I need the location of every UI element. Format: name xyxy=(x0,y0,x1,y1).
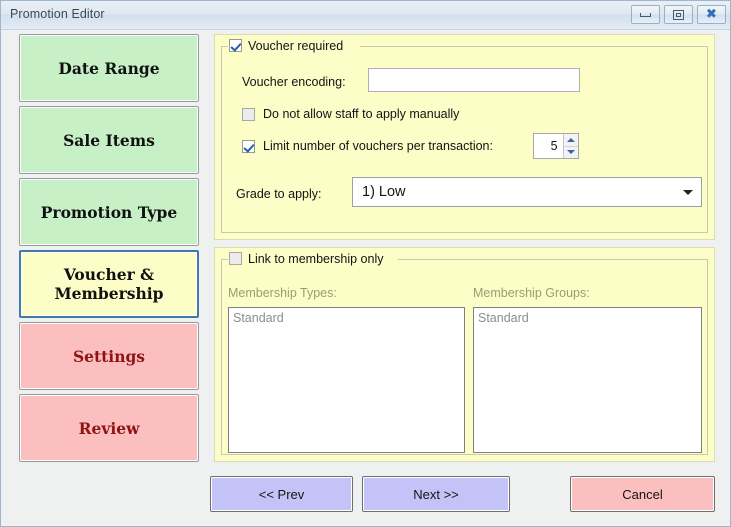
sidebar-item-label: Date Range xyxy=(58,58,160,78)
minimize-icon xyxy=(640,12,651,17)
sidebar-item-date-range[interactable]: Date Range xyxy=(19,34,199,102)
membership-groups-listbox[interactable]: Standard xyxy=(473,307,702,453)
voucher-panel: Voucher required Voucher encoding: Do no… xyxy=(214,34,715,240)
wizard-step-sidebar: Date Range Sale Items Promotion Type Vou… xyxy=(19,34,199,466)
sidebar-item-voucher-membership[interactable]: Voucher & Membership xyxy=(19,250,199,318)
next-button[interactable]: Next >> xyxy=(362,476,510,512)
sidebar-item-label: Voucher & Membership xyxy=(54,265,164,303)
sidebar-item-label: Settings xyxy=(72,346,146,366)
list-item[interactable]: Standard xyxy=(229,310,464,326)
sidebar-item-promotion-type[interactable]: Promotion Type xyxy=(19,178,199,246)
maximize-icon xyxy=(673,9,684,20)
prev-button[interactable]: << Prev xyxy=(210,476,353,512)
limit-vouchers-stepper[interactable]: 5 xyxy=(533,133,579,159)
voucher-encoding-label: Voucher encoding: xyxy=(242,75,346,89)
next-button-label: Next >> xyxy=(413,486,459,502)
no-manual-apply-row[interactable]: Do not allow staff to apply manually xyxy=(242,107,459,121)
sidebar-item-label: Review xyxy=(78,418,140,438)
limit-vouchers-value: 5 xyxy=(550,139,558,153)
maximize-button[interactable] xyxy=(664,5,693,24)
voucher-encoding-label-row: Voucher encoding: xyxy=(242,75,346,89)
window-controls: ✖ xyxy=(631,5,726,24)
membership-panel: Link to membership only Membership Types… xyxy=(214,247,715,462)
close-icon: ✖ xyxy=(706,7,717,22)
sidebar-item-settings[interactable]: Settings xyxy=(19,322,199,390)
title-bar: Promotion Editor ✖ xyxy=(1,1,730,30)
link-membership-legend[interactable]: Link to membership only xyxy=(228,250,387,267)
promotion-editor-window: Promotion Editor ✖ Date Range Sale Items… xyxy=(0,0,731,527)
membership-types-label-row: Membership Types: xyxy=(228,286,337,300)
prev-button-label: << Prev xyxy=(258,486,305,502)
grade-to-apply-select[interactable]: 1) Low xyxy=(352,177,702,207)
link-to-membership-label: Link to membership only xyxy=(248,251,384,266)
no-manual-apply-label: Do not allow staff to apply manually xyxy=(263,107,460,121)
list-item[interactable]: Standard xyxy=(474,310,701,326)
chevron-down-icon xyxy=(566,150,575,155)
voucher-required-checkbox[interactable] xyxy=(229,39,242,52)
link-to-membership-checkbox[interactable] xyxy=(229,252,242,265)
membership-types-label: Membership Types: xyxy=(228,286,337,300)
limit-vouchers-checkbox[interactable] xyxy=(242,139,255,153)
stepper-down-button[interactable] xyxy=(563,146,578,158)
chevron-down-icon xyxy=(683,189,693,195)
grade-to-apply-value: 1) Low xyxy=(362,184,406,200)
limit-vouchers-label: Limit number of vouchers per transaction… xyxy=(263,139,493,153)
grade-to-apply-label: Grade to apply: xyxy=(236,187,322,201)
membership-groups-label-row: Membership Groups: xyxy=(473,286,590,300)
cancel-button[interactable]: Cancel xyxy=(570,476,715,512)
window-title: Promotion Editor xyxy=(10,7,105,21)
sidebar-item-label: Promotion Type xyxy=(40,202,178,222)
membership-types-listbox[interactable]: Standard xyxy=(228,307,465,453)
sidebar-item-sale-items[interactable]: Sale Items xyxy=(19,106,199,174)
sidebar-item-review[interactable]: Review xyxy=(19,394,199,462)
cancel-button-label: Cancel xyxy=(622,486,663,502)
no-manual-apply-checkbox[interactable] xyxy=(242,107,255,121)
sidebar-item-label: Sale Items xyxy=(63,130,155,150)
voucher-required-legend[interactable]: Voucher required xyxy=(228,37,347,54)
limit-vouchers-row[interactable]: Limit number of vouchers per transaction… xyxy=(242,139,493,153)
grade-to-apply-label-row: Grade to apply: xyxy=(236,187,321,201)
voucher-encoding-input[interactable] xyxy=(368,68,580,92)
stepper-buttons xyxy=(562,134,578,158)
chevron-up-icon xyxy=(566,137,575,142)
close-button[interactable]: ✖ xyxy=(697,5,726,24)
minimize-button[interactable] xyxy=(631,5,660,24)
voucher-required-label: Voucher required xyxy=(248,38,344,53)
membership-groups-label: Membership Groups: xyxy=(473,286,590,300)
stepper-up-button[interactable] xyxy=(563,134,578,147)
